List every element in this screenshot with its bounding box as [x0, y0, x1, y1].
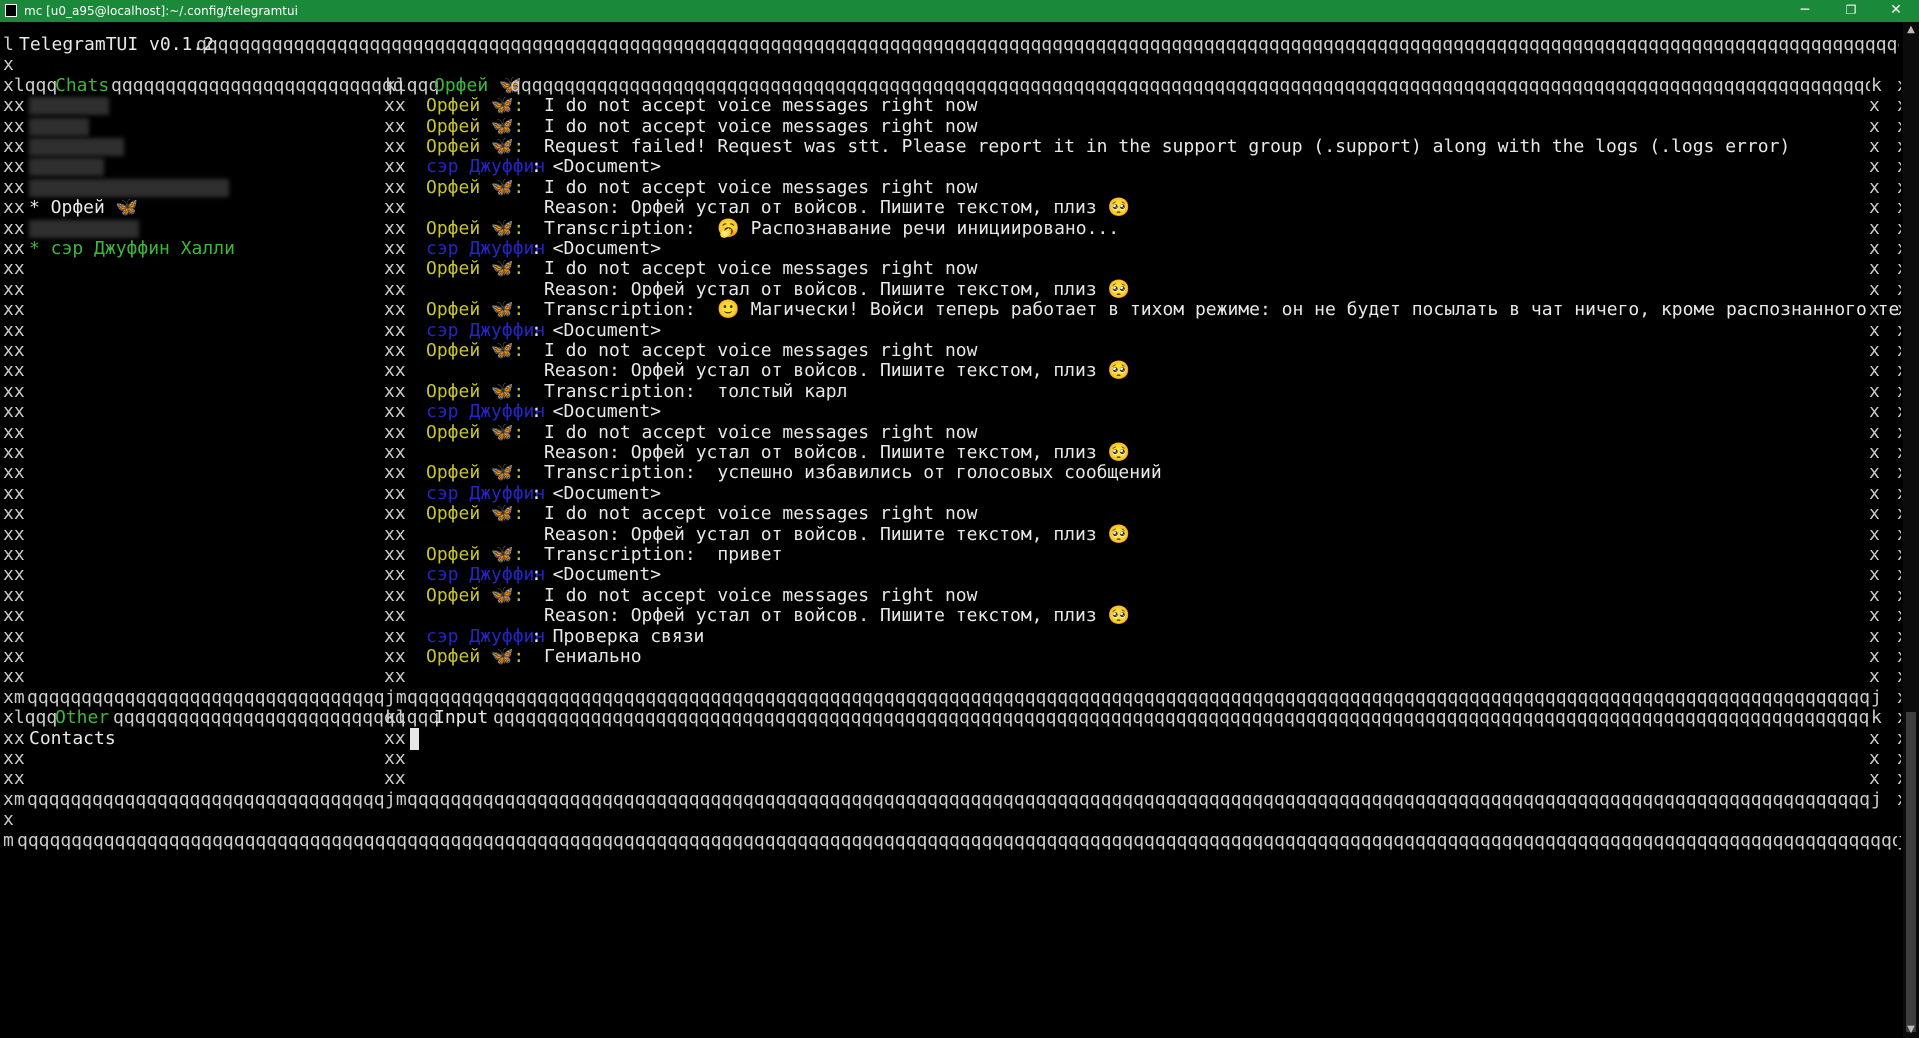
chat-list-item-redacted[interactable]: [29, 178, 229, 197]
border-corner-glyph: j: [1897, 828, 1901, 853]
chat-list-item-redacted[interactable]: [29, 117, 89, 136]
scroll-thumb[interactable]: [1906, 712, 1916, 1032]
terminal-app-icon: [5, 4, 17, 17]
app-footer-row: m qqqqqqqqqqqqqqqqqqqqqqqqqqqqqqqqqqqqqqq…: [3, 828, 1901, 853]
scrollbar[interactable]: ▲ ▼: [1903, 22, 1919, 1038]
scroll-down-arrow-icon[interactable]: ▼: [1903, 1022, 1919, 1038]
border-line: qqqqqqqqqqqqqqqqqqqqqqqqqqqqqqqqqqqqqqqq…: [17, 829, 1897, 851]
border-corner-glyph: m: [3, 829, 14, 851]
window-title: mc [u0_a95@localhost]:~/.config/telegram…: [24, 4, 298, 18]
maximize-button[interactable]: ❐: [1828, 0, 1874, 22]
minimize-button[interactable]: ─: [1782, 0, 1828, 22]
chat-list-item-redacted[interactable]: [29, 219, 139, 238]
scroll-up-arrow-icon[interactable]: ▲: [1903, 22, 1919, 38]
window-titlebar: mc [u0_a95@localhost]:~/.config/telegram…: [0, 0, 1919, 22]
chat-list-item-redacted[interactable]: [29, 97, 109, 116]
chat-list-item-redacted[interactable]: [29, 158, 104, 177]
chat-list-item-redacted[interactable]: [29, 138, 124, 156]
terminal-screen[interactable]: l TelegramTUI v0.1.2 qqqqqqqqqqqqqqqqqqqqq…: [3, 32, 1901, 1036]
close-button[interactable]: ✕: [1873, 0, 1919, 22]
